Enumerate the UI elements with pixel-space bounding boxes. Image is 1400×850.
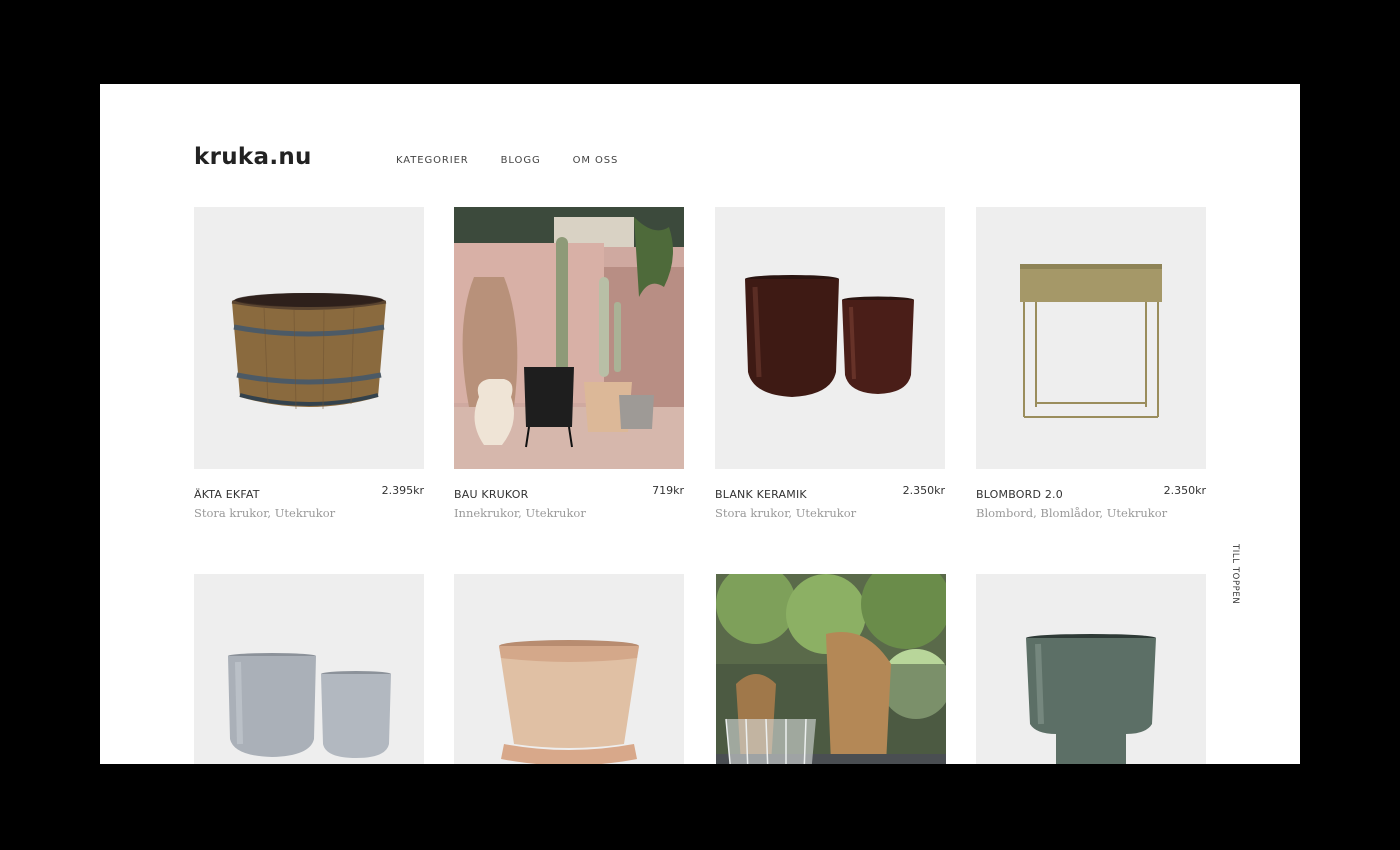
product-image-terracotta[interactable]: [454, 574, 684, 764]
product-image-green-glazed[interactable]: [976, 574, 1206, 764]
product-info: ÄKTA EKFAT 2.395kr Stora krukor, Utekruk…: [194, 484, 424, 527]
product-card[interactable]: BLOMBORD 2.0 2.350kr Blombord, Blomlådor…: [976, 207, 1206, 527]
product-name[interactable]: BAU KRUKOR: [454, 488, 528, 501]
product-categories: Stora krukor, Utekrukor: [194, 506, 336, 520]
main-nav: KATEGORIER BLOGG OM OSS: [396, 155, 618, 166]
nav-kategorier[interactable]: KATEGORIER: [396, 155, 469, 166]
product-categories: Blombord, Blomlådor, Utekrukor: [976, 506, 1168, 520]
to-top-link[interactable]: TILL TOPPEN: [1230, 544, 1240, 604]
product-image-oak-barrel[interactable]: [194, 207, 424, 469]
product-image-bau-krukor[interactable]: [454, 207, 684, 469]
product-card[interactable]: BLANK KERAMIK 2.350kr Stora krukor, Utek…: [715, 207, 945, 527]
page: kruka.nu KATEGORIER BLOGG OM OSS ÄKTA EK…: [100, 84, 1300, 764]
product-image-blank-keramik[interactable]: [715, 207, 945, 469]
nav-om-oss[interactable]: OM OSS: [573, 155, 619, 166]
site-header: kruka.nu KATEGORIER BLOGG OM OSS: [194, 144, 1206, 180]
product-image-blombord[interactable]: [976, 207, 1206, 469]
product-name[interactable]: ÄKTA EKFAT: [194, 488, 260, 501]
product-name[interactable]: BLOMBORD 2.0: [976, 488, 1063, 501]
product-card[interactable]: [716, 574, 946, 764]
product-info: BLOMBORD 2.0 2.350kr Blombord, Blomlådor…: [976, 484, 1206, 527]
product-price: 2.350kr: [902, 484, 945, 497]
product-price: 2.395kr: [381, 484, 424, 497]
product-image-wire-basket[interactable]: [716, 574, 946, 764]
product-card[interactable]: [454, 574, 684, 764]
product-card[interactable]: [976, 574, 1206, 764]
nav-blogg[interactable]: BLOGG: [501, 155, 541, 166]
product-categories: Stora krukor, Utekrukor: [715, 506, 857, 520]
product-categories: Innekrukor, Utekrukor: [454, 506, 586, 520]
product-price: 2.350kr: [1163, 484, 1206, 497]
product-info: BLANK KERAMIK 2.350kr Stora krukor, Utek…: [715, 484, 945, 527]
logo[interactable]: kruka.nu: [194, 144, 312, 170]
product-image-grey-concrete[interactable]: [194, 574, 424, 764]
product-card[interactable]: [194, 574, 424, 764]
product-card[interactable]: BAU KRUKOR 719kr Innekrukor, Utekrukor: [454, 207, 684, 527]
product-name[interactable]: BLANK KERAMIK: [715, 488, 807, 501]
product-price: 719kr: [652, 484, 684, 497]
product-info: BAU KRUKOR 719kr Innekrukor, Utekrukor: [454, 484, 684, 527]
product-card[interactable]: ÄKTA EKFAT 2.395kr Stora krukor, Utekruk…: [194, 207, 424, 527]
